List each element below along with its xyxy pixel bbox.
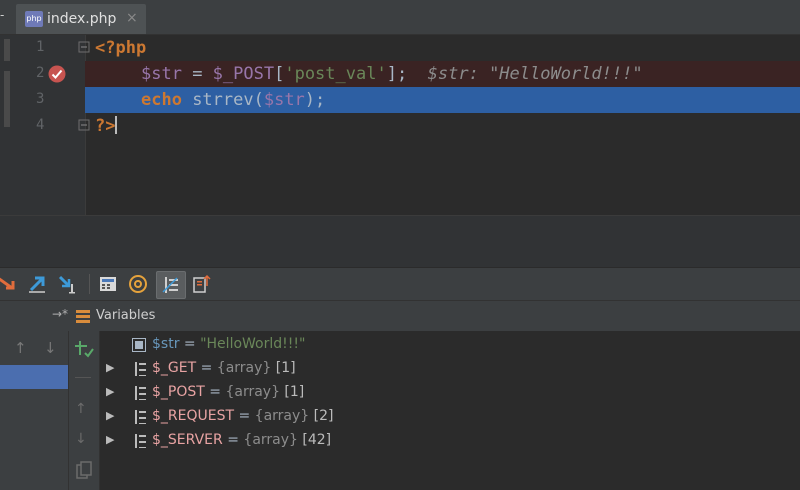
code-line-2-breakpoint[interactable]: $str = $_POST['post_val']; $str: "HelloW… [85,61,800,87]
variables-toolbar: ↑ ↓ [69,331,100,490]
selected-frame[interactable] [0,365,68,389]
breakpoint-icon[interactable] [47,64,67,84]
code-line-3-execution[interactable]: echo strrev($str); [85,87,800,113]
toolbar-separator [75,377,91,378]
array-variable-icon [135,386,146,400]
code-line-4[interactable]: ?> [85,113,800,139]
variable-equals: = [196,360,217,376]
code-variable: $str [141,64,182,84]
php-close-tag: ?> [95,116,116,136]
variables-title: Variables [96,308,156,323]
code-keyword: echo [141,90,182,110]
php-file-icon: php [25,11,43,27]
move-up-icon[interactable]: ↑ [75,401,87,417]
variable-value: "HelloWorld!!!" [200,336,306,352]
code-line-1[interactable]: <?php [85,35,800,61]
step-over-icon[interactable] [0,272,20,296]
frame-down-icon[interactable]: ↓ [44,339,57,357]
variable-count: [2] [309,408,334,424]
code-superglobal: $_POST [212,64,275,84]
variable-equals: = [204,384,226,400]
text-caret [115,116,118,134]
tab-filename: index.php [47,11,117,27]
code-text: echo strrev($str); [141,90,325,110]
variable-row-server[interactable]: ▶ $_SERVER = {array} [42] [100,429,800,453]
step-into-icon[interactable] [26,272,50,296]
variable-count: [42] [297,432,332,448]
variable-name: $_REQUEST [152,408,235,424]
code-text: $str = $_POST['post_val']; $str: "HelloW… [141,64,643,84]
force-step-into-icon[interactable] [56,272,80,296]
code-string: 'post_val' [284,64,387,84]
new-watch-icon[interactable] [73,339,95,359]
variable-row-post[interactable]: ▶ $_POST = {array} [1] [100,381,800,405]
variable-equals: = [234,408,255,424]
code-function: strrev( [181,90,264,110]
variables-icon [76,310,90,323]
php-open-tag: <?php [95,38,147,58]
line-number: 3 [36,91,45,107]
variable-row-request[interactable]: ▶ $_REQUEST = {array} [2] [100,405,800,429]
variables-tree: $str = "HelloWorld!!!" ▶ $_GET = {array}… [100,331,800,490]
restore-layout-icon[interactable] [190,272,214,296]
inline-debug-value: $str: "HelloWorld!!!" [407,64,643,84]
move-down-icon[interactable]: ↓ [75,431,87,447]
variable-count: [1] [279,384,305,400]
evaluate-expression-icon[interactable] [96,272,120,296]
code-text: ?> [95,116,118,136]
debug-values-icon [162,277,178,293]
variable-type: {array} [216,360,272,376]
variables-header: →* Variables [0,300,800,332]
code-operator: = [181,64,213,84]
variable-count: [1] [271,360,296,376]
variable-name: $str [152,336,180,352]
tab-scroll-stub[interactable]: - [0,0,14,34]
copy-icon[interactable] [75,461,93,481]
variable-type: {array} [254,408,310,424]
expand-arrow-icon[interactable]: ▶ [106,409,114,422]
variable-name: $_POST [152,384,205,400]
variable-row-str[interactable]: $str = "HelloWorld!!!" [100,333,800,357]
tab-index-php[interactable]: php index.php × [16,4,146,34]
show-values-toggle[interactable] [156,271,186,299]
pin-icon[interactable]: →* [52,307,68,321]
variable-name: $_SERVER [152,432,223,448]
toolbar-separator [89,274,90,294]
code-bracket: ); [304,90,326,110]
editor-gutter[interactable]: 1 2 3 4 [14,35,116,215]
variable-type: {array} [243,432,298,448]
array-variable-icon [135,434,146,448]
editor-bottom-area [0,215,800,268]
expand-arrow-icon[interactable]: ▶ [106,385,114,398]
code-bracket: ]; [386,64,408,84]
close-tab-icon[interactable]: × [126,10,138,26]
line-number: 1 [36,39,45,55]
expand-arrow-icon[interactable]: ▶ [106,361,114,374]
frame-up-icon[interactable]: ↑ [14,339,27,357]
variable-equals: = [179,336,201,352]
code-variable: $str [263,90,305,110]
strip-marker [4,39,10,61]
array-variable-icon [135,410,146,424]
strip-marker [4,71,10,127]
variable-name: $_GET [152,360,197,376]
watch-icon[interactable] [126,272,150,296]
code-text: <?php [95,38,146,58]
variable-type: {array} [225,384,280,400]
code-bracket: [ [274,64,285,84]
variable-equals: = [222,432,244,448]
expand-arrow-icon[interactable]: ▶ [106,433,114,446]
string-variable-icon [132,338,146,352]
line-number: 4 [36,117,45,133]
array-variable-icon [135,362,146,376]
frames-panel: ↑ ↓ [0,331,69,490]
debug-toolbar [0,267,800,300]
variable-row-get[interactable]: ▶ $_GET = {array} [1] [100,357,800,381]
